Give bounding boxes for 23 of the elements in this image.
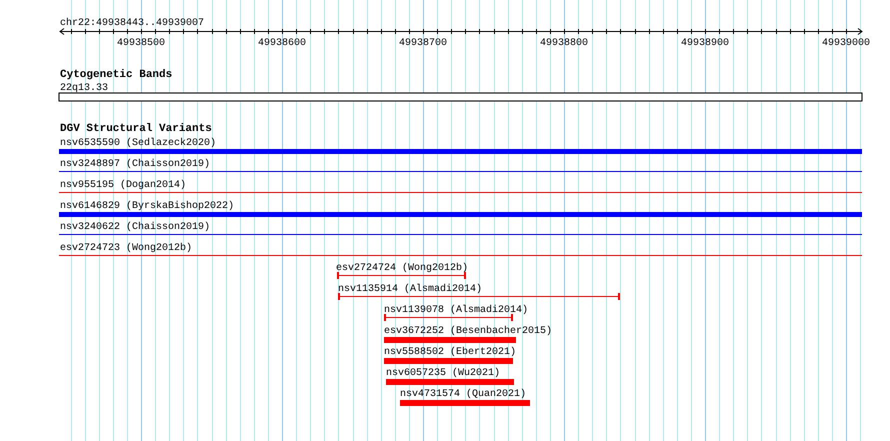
variant-label: nsv6535590 (Sedlazeck2020) [60,138,216,149]
variant-label: nsv6146829 (ByrskaBishop2022) [60,201,234,212]
variant-label: esv2724723 (Wong2012b) [60,243,192,254]
band-label: 22q13.33 [60,83,108,94]
ruler-tick-label: 49938900 [681,38,729,49]
track-title: Cytogenetic Bands [60,69,172,81]
variant-label: nsv4731574 (Quan2021) [400,389,526,400]
variant-label: nsv1139078 (Alsmadi2014) [384,305,528,316]
variant-label: nsv3240622 (Chaisson2019) [60,222,210,233]
ruler-tick-label: 49938500 [117,38,165,49]
region-label: chr22:49938443..49939007 [60,18,204,29]
ruler-tick-label: 49938700 [399,38,447,49]
variant-label: esv2724724 (Wong2012b) [336,263,468,274]
variant-label: nsv1135914 (Alsmadi2014) [338,284,482,295]
ruler-tick-label: 49938800 [540,38,588,49]
ruler-tick-label: 49939000 [822,38,870,49]
variant-label: nsv6057235 (Wu2021) [386,368,500,379]
variant-label: nsv3248897 (Chaisson2019) [60,159,210,170]
variant-label: nsv955195 (Dogan2014) [60,180,186,191]
variant-label: nsv5588502 (Ebert2021) [384,347,516,358]
variant-label: esv3672252 (Besenbacher2015) [384,326,552,337]
track-title: DGV Structural Variants [60,123,212,135]
ruler-tick-label: 49938600 [258,38,306,49]
